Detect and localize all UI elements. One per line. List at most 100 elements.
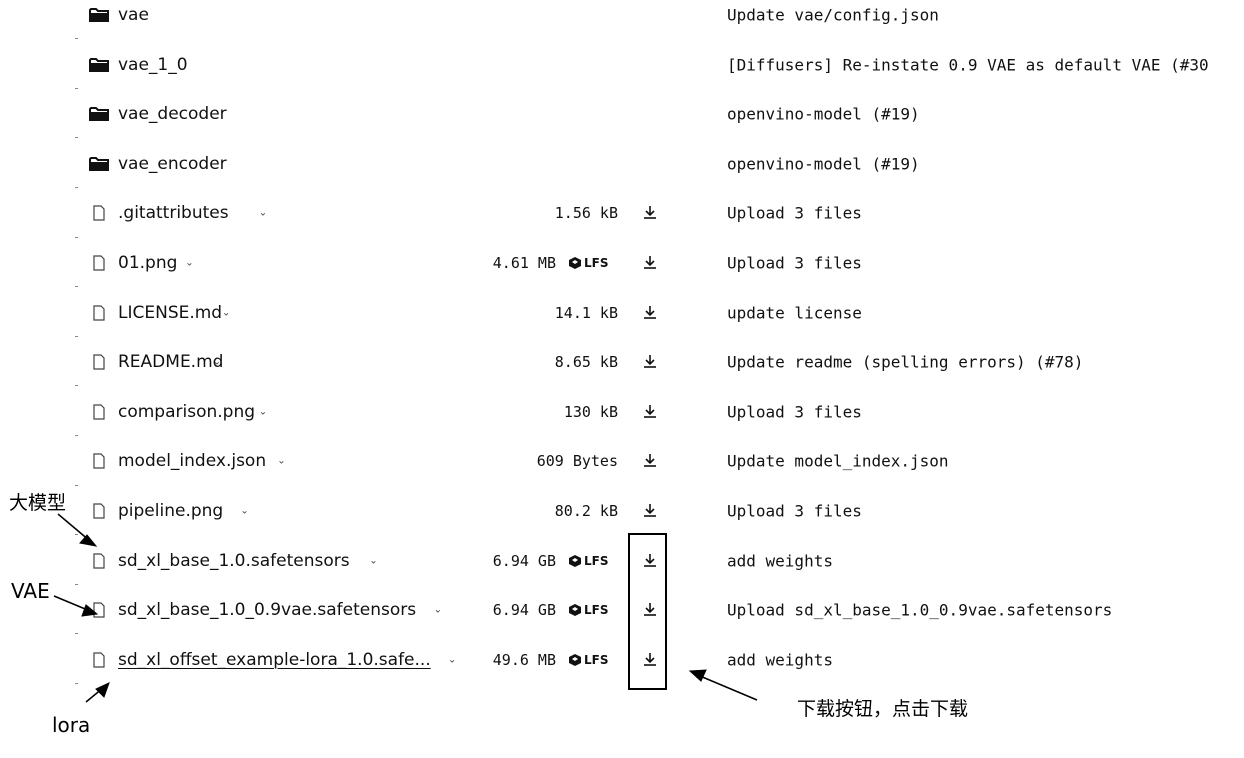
file-name-link[interactable]: LICENSE.md: [118, 303, 222, 323]
download-icon[interactable]: [641, 303, 659, 323]
lfs-label: LFS: [584, 652, 609, 667]
chevron-down-icon[interactable]: ⌄: [240, 505, 248, 516]
lfs-badge: LFS: [569, 256, 609, 270]
chevron-down-icon[interactable]: ⌄: [259, 208, 267, 219]
download-icon[interactable]: [641, 402, 659, 422]
file-name-link[interactable]: sd_xl_offset_example-lora_1.0.safe...: [118, 650, 431, 670]
commit-message-link[interactable]: Upload 3 files: [727, 253, 862, 272]
file-row[interactable]: sd_xl_base_1.0.safetensors ⌄ 6.94 GB LFS add…: [0, 536, 1244, 586]
lfs-label: LFS: [584, 553, 609, 568]
commit-message-link[interactable]: Upload sd_xl_base_1.0_0.9vae.safetensors: [727, 601, 1112, 620]
download-icon[interactable]: [641, 203, 659, 223]
chevron-down-icon[interactable]: ⌄: [369, 555, 377, 566]
annotation-download-hint: 下载按钮，点击下载: [797, 698, 969, 720]
folder-icon: [89, 156, 109, 172]
file-row[interactable]: LICENSE.md ⌄ 14.1 kB update license: [0, 288, 1244, 338]
folder-icon: [89, 57, 109, 73]
file-name-link[interactable]: README.md: [118, 352, 223, 372]
file-size: 1.56 kB: [554, 204, 618, 223]
file-name-link[interactable]: comparison.png: [118, 402, 255, 422]
lfs-icon: [569, 554, 581, 567]
lfs-label: LFS: [584, 255, 609, 270]
file-row[interactable]: .gitattributes ⌄ 1.56 kB Upload 3 files: [0, 189, 1244, 239]
commit-message-link[interactable]: Update model_index.json: [727, 452, 949, 471]
file-name-link[interactable]: 01.png: [118, 253, 177, 273]
chevron-down-icon[interactable]: ⌄: [448, 654, 456, 665]
file-name-link[interactable]: sd_xl_base_1.0.safetensors: [118, 551, 350, 571]
download-icon[interactable]: [641, 352, 659, 372]
chevron-down-icon[interactable]: ⌄: [222, 307, 230, 318]
commit-message-link[interactable]: update license: [727, 303, 862, 322]
commit-message-link[interactable]: add weights: [727, 650, 833, 669]
file-icon: [89, 503, 109, 519]
file-row[interactable]: pipeline.png ⌄ 80.2 kB Upload 3 files: [0, 486, 1244, 536]
file-icon: [89, 552, 109, 569]
commit-message-link[interactable]: Upload 3 files: [727, 501, 862, 520]
file-size: 49.6 MB: [492, 650, 556, 669]
lfs-icon: [569, 653, 581, 666]
file-row[interactable]: model_index.json ⌄ 609 Bytes Update model_i…: [0, 437, 1244, 487]
file-row[interactable]: comparison.png ⌄ 130 kB Upload 3 files: [0, 387, 1244, 437]
download-column-highlight: [628, 533, 667, 690]
chevron-down-icon[interactable]: ⌄: [434, 605, 442, 616]
file-size: 6.94 GB: [492, 551, 556, 570]
file-size: 6.94 GB: [492, 601, 556, 620]
file-row[interactable]: README.md ⌄ 8.65 kB Update readme (spelling…: [0, 337, 1244, 387]
lfs-badge: LFS: [569, 603, 609, 617]
commit-message-link[interactable]: Upload 3 files: [727, 402, 862, 421]
annotation-lora: lora: [52, 713, 91, 737]
commit-message-link[interactable]: openvino-model (#19): [727, 105, 920, 124]
file-size: 8.65 kB: [554, 353, 618, 372]
file-icon: [89, 652, 109, 668]
lfs-icon: [569, 256, 581, 269]
file-icon: [89, 453, 109, 469]
chevron-down-icon[interactable]: ⌄: [185, 257, 193, 268]
file-size: 609 Bytes: [536, 452, 618, 471]
file-icon: [89, 404, 109, 420]
folder-icon: [89, 106, 109, 122]
download-icon[interactable]: [641, 451, 659, 471]
folder-name-link[interactable]: vae: [118, 5, 149, 25]
folder-row[interactable]: vae_1_0 [Diffusers] Re-instate 0.9 VAE as…: [0, 40, 1244, 90]
commit-message-link[interactable]: openvino-model (#19): [727, 154, 920, 173]
file-name-link[interactable]: .gitattributes: [118, 203, 229, 223]
download-icon[interactable]: [641, 501, 659, 521]
chevron-down-icon[interactable]: ⌄: [213, 357, 221, 368]
file-name-link[interactable]: sd_xl_base_1.0_0.9vae.safetensors: [118, 600, 416, 620]
folder-name-link[interactable]: vae_1_0: [118, 55, 188, 75]
file-row[interactable]: sd_xl_offset_example-lora_1.0.safe... ⌄ 49…: [0, 635, 1244, 685]
folder-icon: [89, 7, 109, 23]
commit-message-link[interactable]: add weights: [727, 551, 833, 570]
download-icon[interactable]: [641, 253, 659, 273]
file-icon: [89, 354, 109, 370]
file-icon: [89, 602, 109, 618]
lfs-icon: [569, 604, 581, 617]
file-row[interactable]: 01.png ⌄ 4.61 MB LFS Upload 3 files: [0, 238, 1244, 288]
file-size: 80.2 kB: [554, 501, 618, 520]
file-size: 130 kB: [563, 402, 618, 421]
file-size: 4.61 MB: [492, 253, 556, 272]
file-size: 14.1 kB: [554, 303, 618, 322]
file-row[interactable]: sd_xl_base_1.0_0.9vae.safetensors ⌄ 6.94 G…: [0, 585, 1244, 635]
commit-message-link[interactable]: Upload 3 files: [727, 204, 862, 223]
chevron-down-icon[interactable]: ⌄: [259, 406, 267, 417]
folder-row[interactable]: vae_encoder openvino-model (#19): [0, 139, 1244, 189]
file-icon: [89, 255, 109, 271]
annotation-big-model: 大模型: [9, 492, 67, 514]
annotation-vae: VAE: [11, 579, 50, 603]
file-icon: [89, 304, 109, 321]
folder-name-link[interactable]: vae_encoder: [118, 154, 227, 174]
lfs-badge: LFS: [569, 554, 609, 568]
commit-message-link[interactable]: Update readme (spelling errors) (#78): [727, 353, 1083, 372]
file-icon: [89, 205, 109, 221]
folder-row[interactable]: vae Update vae/config.json: [0, 0, 1244, 40]
file-name-link[interactable]: pipeline.png: [118, 501, 223, 521]
file-name-link[interactable]: model_index.json: [118, 451, 266, 471]
folder-name-link[interactable]: vae_decoder: [118, 104, 227, 124]
commit-message-link[interactable]: [Diffusers] Re-instate 0.9 VAE as defaul…: [727, 55, 1209, 74]
lfs-label: LFS: [584, 603, 609, 618]
folder-row[interactable]: vae_decoder openvino-model (#19): [0, 89, 1244, 139]
lfs-badge: LFS: [569, 653, 609, 667]
commit-message-link[interactable]: Update vae/config.json: [727, 6, 939, 25]
chevron-down-icon[interactable]: ⌄: [277, 456, 285, 467]
